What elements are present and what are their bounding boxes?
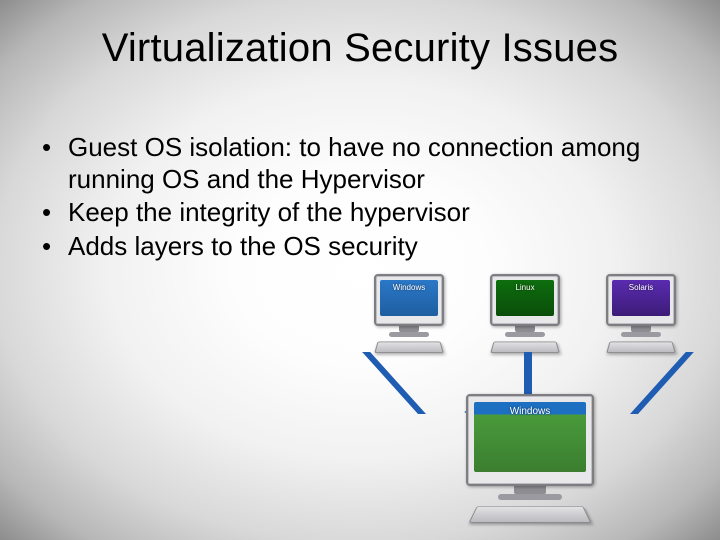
- monitor-icon: Linux: [490, 274, 560, 326]
- os-label: Solaris: [612, 283, 670, 292]
- slide: Virtualization Security Issues Guest OS …: [0, 0, 720, 540]
- keyboard-icon: [606, 342, 675, 353]
- monitor-icon: Solaris: [606, 274, 676, 326]
- slide-body: Guest OS isolation: to have no connectio…: [42, 132, 678, 265]
- arrow-icon: [362, 352, 426, 414]
- bullet-item: Keep the integrity of the hypervisor: [42, 197, 678, 229]
- arrow-icon: [524, 352, 532, 400]
- screen: Linux: [496, 280, 554, 316]
- guest-computer: Windows: [370, 274, 448, 354]
- screen: Windows: [474, 402, 586, 472]
- os-label: Linux: [496, 283, 554, 292]
- monitor-base-icon: [621, 332, 661, 337]
- monitor-base-icon: [505, 332, 545, 337]
- bullet-list: Guest OS isolation: to have no connectio…: [42, 132, 678, 263]
- screen: Windows: [380, 280, 438, 316]
- monitor-icon: Windows: [466, 394, 594, 486]
- bullet-item: Guest OS isolation: to have no connectio…: [42, 132, 678, 195]
- keyboard-icon: [469, 506, 592, 522]
- bullet-item: Adds layers to the OS security: [42, 231, 678, 263]
- slide-title: Virtualization Security Issues: [0, 26, 720, 71]
- os-label: Windows: [474, 406, 586, 417]
- screen: Solaris: [612, 280, 670, 316]
- virtualization-diagram: Windows Linux Solaris: [370, 274, 690, 504]
- monitor-icon: Windows: [374, 274, 444, 326]
- arrow-icon: [630, 352, 694, 414]
- host-computer: Windows: [460, 394, 600, 524]
- os-label: Windows: [380, 283, 438, 292]
- keyboard-icon: [374, 342, 443, 353]
- guest-computer: Linux: [486, 274, 564, 354]
- monitor-base-icon: [389, 332, 429, 337]
- monitor-base-icon: [498, 494, 562, 500]
- monitor-stand-icon: [514, 486, 546, 494]
- guest-computer: Solaris: [602, 274, 680, 354]
